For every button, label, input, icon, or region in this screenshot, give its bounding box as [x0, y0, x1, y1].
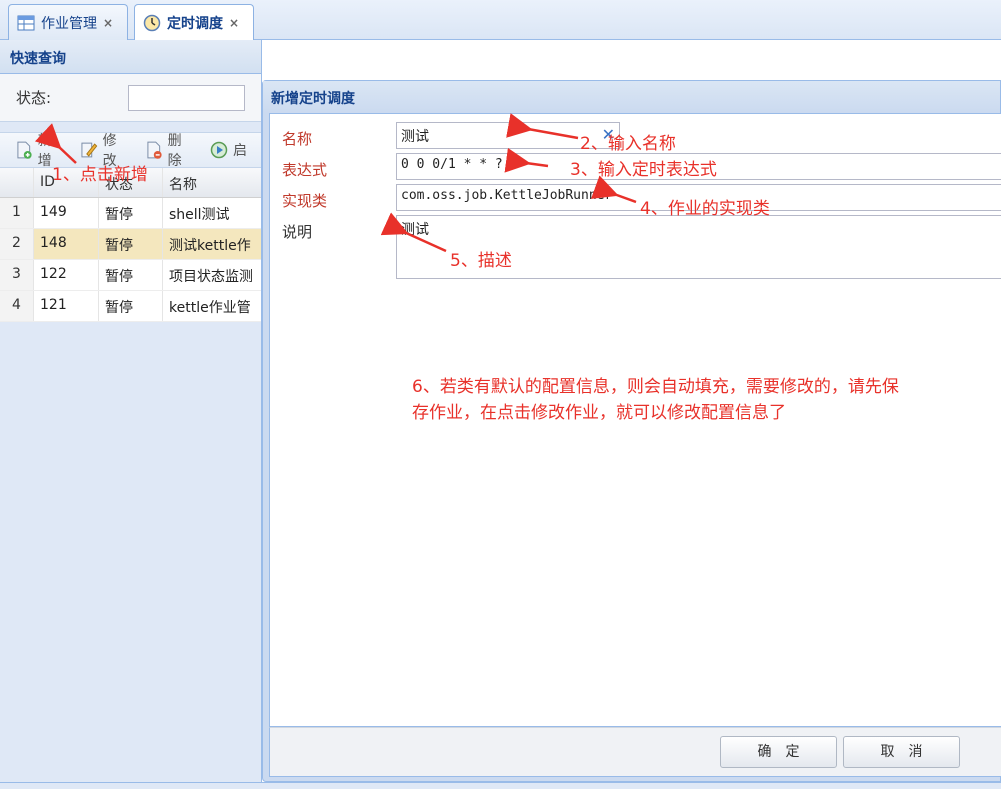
- impl-class-value: com.oss.job.KettleJobRunner: [401, 188, 613, 203]
- close-icon[interactable]: ×: [229, 16, 239, 30]
- dialog-title[interactable]: 新增定时调度: [263, 81, 1000, 113]
- cancel-button[interactable]: 取消: [843, 736, 960, 768]
- job-name: 项目状态监测: [169, 269, 253, 285]
- table-row[interactable]: 2 148 暂停 测试kettle作: [0, 229, 261, 260]
- status-label: 状态:: [16, 89, 52, 107]
- add-schedule-dialog: 新增定时调度 名称 测试 ✕ 表达式 0 0 0/1 * * ? 实现类 com…: [262, 80, 1001, 782]
- tab-label: 作业管理: [41, 15, 97, 32]
- name-label: 名称: [282, 130, 313, 148]
- close-icon[interactable]: ×: [103, 16, 113, 30]
- table-icon: [17, 15, 35, 30]
- row-number: 1: [0, 198, 34, 228]
- clock-icon: [143, 14, 161, 32]
- description-value: 测试: [401, 222, 429, 238]
- job-status: 暂停: [99, 291, 163, 321]
- impl-class-label: 实现类: [282, 192, 328, 210]
- table-row[interactable]: 3 122 暂停 项目状态监测: [0, 260, 261, 291]
- annotation-step-6: 6、若类有默认的配置信息，则会自动填充，需要修改的，请先保 存作业，在点击修改作…: [412, 374, 997, 426]
- job-status: 暂停: [99, 229, 163, 259]
- job-name: shell测试: [169, 207, 230, 223]
- tab-bar: 作业管理 × 定时调度 ×: [0, 0, 1001, 41]
- delete-document-icon: [147, 141, 162, 159]
- row-number: 3: [0, 260, 34, 290]
- annotation-step-2: 2、输入名称: [580, 134, 676, 154]
- start-button[interactable]: 启: [209, 140, 247, 160]
- tab-label: 定时调度: [167, 16, 223, 32]
- description-label: 说明: [282, 223, 313, 241]
- expression-label: 表达式: [282, 161, 328, 179]
- job-name: kettle作业管: [169, 300, 251, 316]
- job-status: 暂停: [99, 260, 163, 290]
- quick-search-title: 快速查询: [0, 40, 261, 74]
- tab-job-management[interactable]: 作业管理 ×: [8, 4, 128, 40]
- row-number: 2: [0, 229, 34, 259]
- row-number: 4: [0, 291, 34, 321]
- annotation-step-6-line1: 6、若类有默认的配置信息，则会自动填充，需要修改的，请先保: [412, 377, 899, 397]
- quick-search-form: 状态:: [0, 74, 261, 122]
- job-name: 测试kettle作: [169, 238, 251, 254]
- job-id: 148: [34, 229, 99, 259]
- row-number-header: [0, 168, 34, 197]
- annotation-step-5: 5、描述: [450, 251, 512, 271]
- table-row[interactable]: 4 121 暂停 kettle作业管: [0, 291, 261, 322]
- expression-value: 0 0 0/1 * * ?: [401, 157, 503, 172]
- job-id: 122: [34, 260, 99, 290]
- annotation-step-6-line2: 存作业，在点击修改作业，就可以修改配置信息了: [412, 403, 786, 423]
- ok-button[interactable]: 确定: [720, 736, 837, 768]
- status-strip: [0, 782, 1001, 789]
- annotation-step-4: 4、作业的实现类: [640, 199, 770, 219]
- job-id: 149: [34, 198, 99, 228]
- annotation-step-1: 1、点击新增: [52, 165, 148, 185]
- job-list-panel: 快速查询 状态: 新增 修改 删除 启 ID 状态 名称 1 149 暂停 sh…: [0, 40, 262, 789]
- edit-icon: [81, 142, 98, 158]
- start-icon: [210, 141, 228, 159]
- delete-label: 删除: [167, 133, 182, 169]
- delete-button[interactable]: 删除: [144, 130, 195, 170]
- job-status: 暂停: [99, 198, 163, 228]
- dialog-footer: 确定 取消: [269, 727, 1001, 777]
- start-label: 启: [233, 143, 247, 159]
- annotation-step-3: 3、输入定时表达式: [570, 160, 717, 180]
- name-value: 测试: [401, 129, 429, 145]
- add-document-icon: [17, 141, 32, 159]
- name-column-header[interactable]: 名称: [163, 168, 261, 197]
- table-row[interactable]: 1 149 暂停 shell测试: [0, 198, 261, 229]
- status-select[interactable]: [128, 84, 245, 111]
- tab-scheduling[interactable]: 定时调度 ×: [134, 4, 254, 41]
- job-id: 121: [34, 291, 99, 321]
